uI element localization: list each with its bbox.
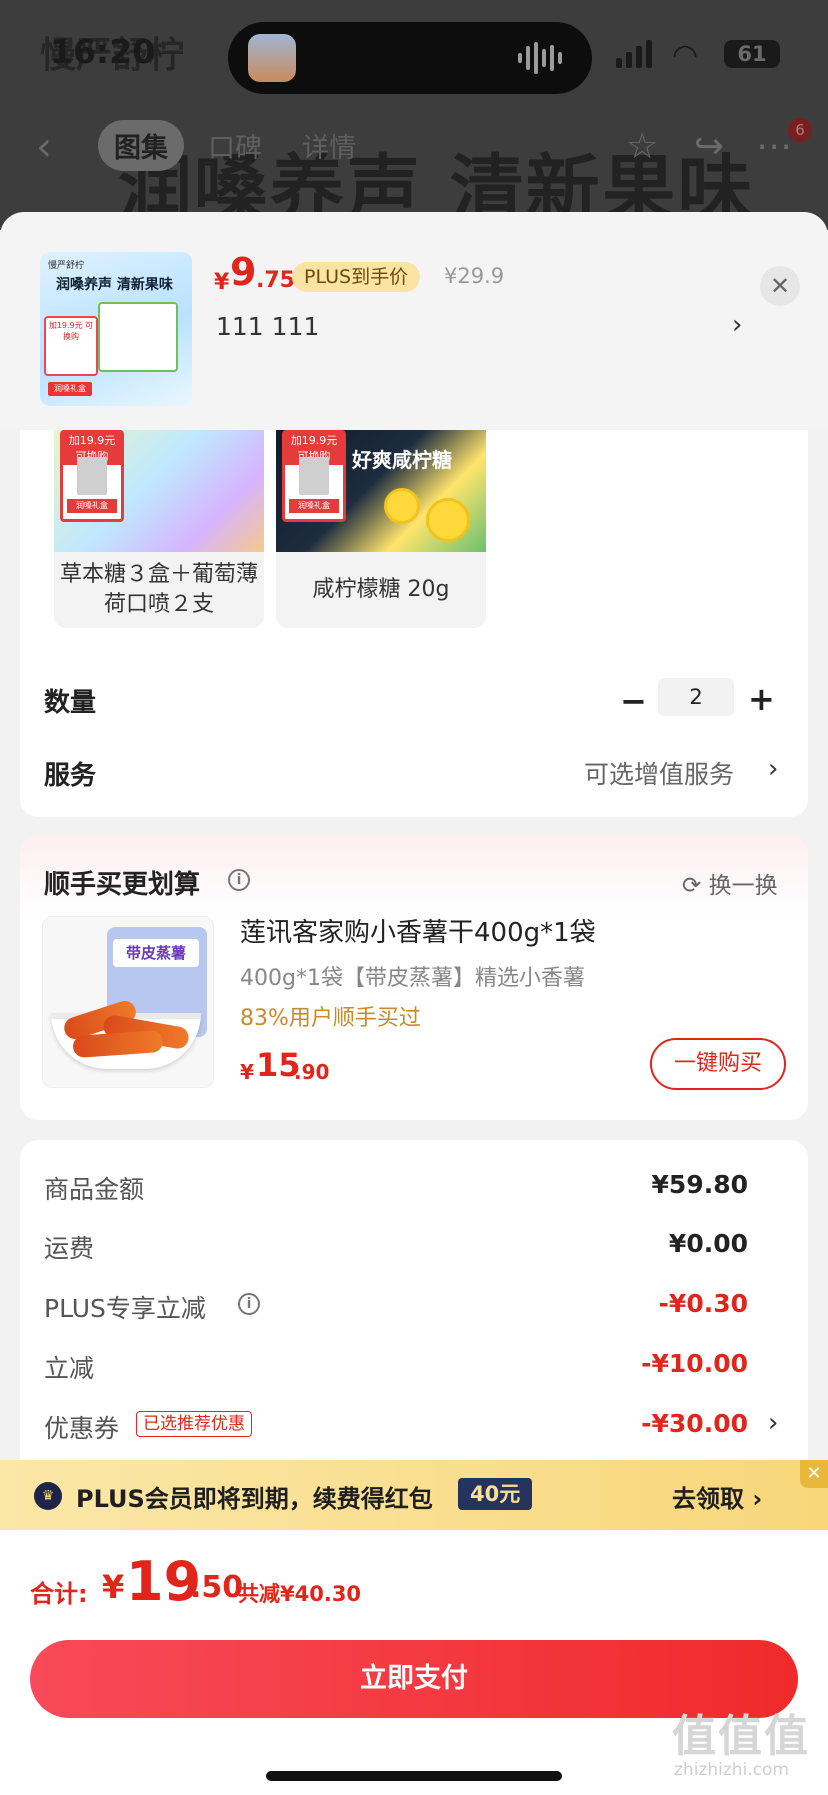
giftbox-product [299,457,329,495]
summary-value-plus-discount: -¥0.30 [658,1289,748,1318]
banner-close-icon[interactable]: ✕ [800,1460,828,1488]
tab-gallery[interactable]: 图集 [98,120,184,171]
variant-image: 好爽咸柠糖 加19.9元 可换购 润嗓礼盒 [276,430,486,552]
home-indicator[interactable] [266,1771,562,1781]
variant-option[interactable]: 加19.9元 可换购 润嗓礼盒 草本糖３盒＋葡萄薄荷口喷２支 [54,430,264,628]
total-label: 合计: [30,1580,88,1608]
favorite-icon[interactable]: ☆ [626,126,658,167]
total-decimal: .50 [190,1570,244,1605]
wifi-icon: ◠ [672,38,699,73]
audio-wave-icon [518,42,562,74]
service-label: 服务 [44,761,97,791]
watermark-logo: 值值值 [672,1711,810,1762]
signal-icon [616,40,652,68]
original-price: ¥29.9 [444,264,505,288]
summary-value-subtotal: ¥59.80 [651,1170,748,1199]
info-icon[interactable]: i [228,869,250,891]
coupon-recommended-tag: 已选推荐优惠 [136,1411,252,1437]
recommend-social-proof: 83%用户顺手买过 [240,1006,421,1031]
thumb-bottom-tag: 润嗓礼盒 [48,382,92,396]
summary-value-shipping: ¥0.00 [668,1229,748,1258]
giftbox-product [77,457,107,495]
summary-label-plus-discount: PLUS专享立减 [44,1294,206,1323]
watermark-site: zhizhizhi.com [674,1760,789,1780]
variant-label: 咸柠檬糖 20g [312,577,450,602]
dynamic-island [228,22,592,94]
lemon-graphic [426,498,470,542]
tab-reviews[interactable]: 口碑 [192,120,278,171]
summary-label-instant-discount: 立减 [44,1354,95,1383]
giftbox-tag: 加19.9元 可换购 润嗓礼盒 [282,430,346,522]
service-value[interactable]: 可选增值服务 [584,755,734,791]
swap-button[interactable]: ⟳ 换一换 [682,866,778,900]
info-icon[interactable]: i [238,1293,260,1315]
status-time: 16:20 [50,32,156,71]
total-symbol: ¥ [102,1568,125,1606]
summary-label-shipping: 运费 [44,1234,95,1263]
price-integer: 9 [230,250,257,294]
tab-details[interactable]: 详情 [286,120,372,171]
quantity-decrease-button[interactable]: − [620,682,647,720]
app-icon [248,34,296,82]
recommend-price-symbol: ¥ [240,1060,254,1084]
total-saved: 共减¥40.30 [238,1582,362,1606]
refresh-icon: ⟳ [682,873,709,899]
chevron-right-icon[interactable]: › [768,754,778,784]
share-icon[interactable]: ↪ [694,126,724,167]
quantity-increase-button[interactable]: + [748,680,775,718]
close-icon[interactable]: ✕ [760,266,800,306]
nav-tabs: 图集 口碑 详情 [98,120,372,171]
giftbox-tag-foot: 润嗓礼盒 [289,499,339,513]
summary-label-subtotal: 商品金额 [44,1175,145,1204]
one-click-buy-button[interactable]: 一键购买 [650,1038,786,1090]
variant-label: 草本糖３盒＋葡萄薄荷口喷２支 [60,562,259,617]
thumb-headline: 润嗓养声 清新果味 [56,277,173,293]
recommend-product-spec: 400g*1袋【带皮蒸薯】精选小香薯 [240,966,585,991]
product-bag-label: 带皮蒸薯 [113,939,199,967]
quantity-label: 数量 [44,688,97,718]
summary-value-instant-discount: -¥10.00 [641,1349,748,1378]
more-icon[interactable]: ⋯ [756,126,792,167]
recommend-product-name[interactable]: 莲讯客家购小香薯干400g*1袋 [240,912,596,949]
giftbox-tag: 加19.9元 可换购 润嗓礼盒 [60,430,124,522]
back-icon[interactable]: ‹ [36,124,52,170]
giftbox-tag-foot: 润嗓礼盒 [67,499,117,513]
thumb-brand: 慢严舒柠 [48,261,85,271]
recommend-price-decimal: .90 [294,1060,330,1084]
banner-claim-link[interactable]: 去领取 › [672,1479,762,1514]
background-overlay: 慢严舒柠 润嗓养声 清新果味 16:20 ◠ 61 ‹ 图集 口碑 详情 ☆ ↪… [0,0,828,230]
summary-label-coupon: 优惠券 [44,1414,120,1443]
plus-crown-icon: ♛ [34,1482,62,1510]
banner-red-packet-chip: 40元 [458,1478,533,1510]
chevron-right-icon[interactable]: › [768,1408,778,1438]
lemon-graphic [384,488,420,524]
pack-title: 好爽咸柠糖 [352,448,452,472]
thumb-box [98,302,178,372]
summary-value-coupon[interactable]: -¥30.00 [641,1409,748,1438]
recommend-title: 顺手买更划算 [44,870,201,900]
plus-price-badge: PLUS到手价 [292,262,421,292]
thumb-tag: 加19.9元 可换购 [48,321,94,341]
quantity-input[interactable]: 2 [658,678,734,716]
price-symbol: ¥ [214,270,230,295]
selected-sku[interactable]: 111 111 [216,312,319,341]
swap-label: 换一换 [708,873,778,899]
chevron-right-icon[interactable]: › [732,310,742,340]
variant-image: 加19.9元 可换购 润嗓礼盒 [54,430,264,552]
battery-icon: 61 [724,40,780,68]
price-decimal: .75 [256,268,295,293]
product-thumbnail[interactable]: 慢严舒柠 润嗓养声 清新果味 加19.9元 可换购 润嗓礼盒 [40,252,192,406]
variant-option[interactable]: 好爽咸柠糖 加19.9元 可换购 润嗓礼盒 咸柠檬糖 20g [276,430,486,628]
notification-badge: 6 [788,118,812,142]
banner-text: PLUS会员即将到期，续费得红包 [76,1485,433,1513]
recommend-product-image[interactable]: 带皮蒸薯 [42,916,214,1088]
